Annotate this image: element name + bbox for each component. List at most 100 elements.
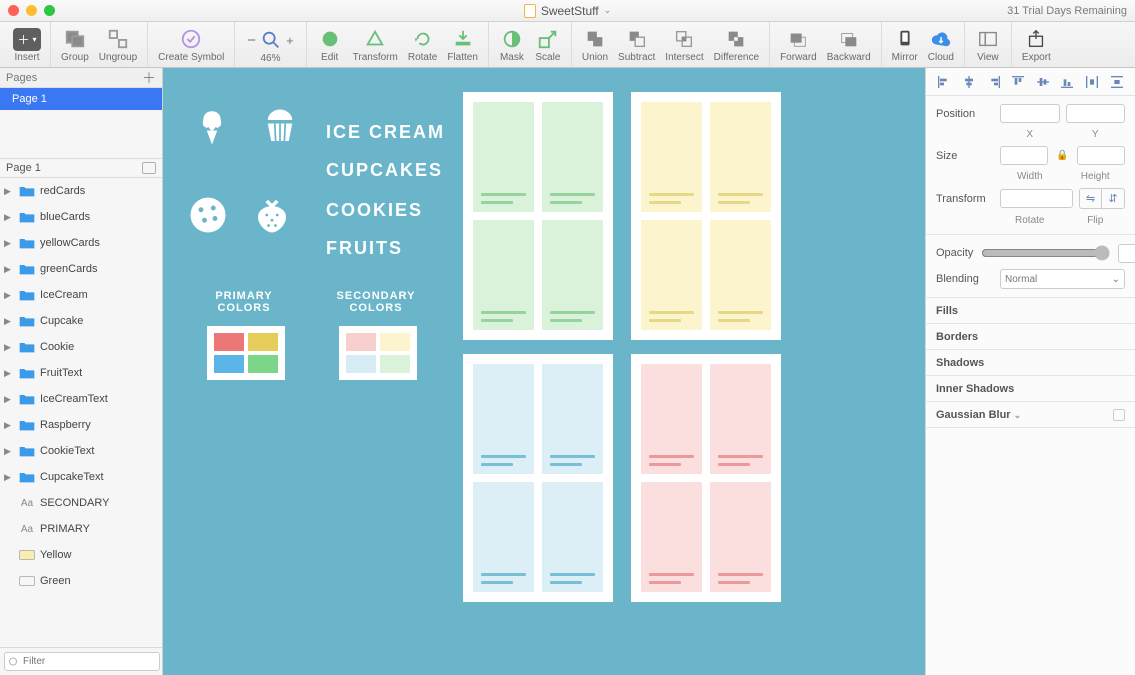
rotate-button[interactable]: Rotate — [404, 25, 441, 67]
minimize-icon[interactable] — [26, 5, 37, 16]
left-sidebar: Pages ＋ Page 1 Page 1 ▶redCards▶blueCard… — [0, 68, 163, 675]
rotate-input[interactable] — [1000, 189, 1073, 208]
opacity-label: Opacity — [936, 247, 973, 259]
layer-item[interactable]: ▶redCards — [0, 178, 162, 204]
layer-item[interactable]: ▶yellowCards — [0, 230, 162, 256]
category-text: ICE CREAM — [326, 122, 445, 143]
category-text: CUPCAKES — [326, 160, 443, 181]
size-label: Size — [936, 150, 994, 162]
difference-button[interactable]: Difference — [710, 25, 763, 67]
gaussian-blur-section[interactable]: Gaussian Blur ⌄ — [926, 402, 1135, 428]
position-x-input[interactable] — [1000, 104, 1060, 123]
transform-label: Transform — [936, 193, 994, 205]
add-page-button[interactable]: ＋ — [142, 68, 156, 88]
primary-colors-label: PRIMARYCOLORS — [199, 290, 289, 314]
export-button[interactable]: Export — [1018, 25, 1055, 67]
page-item[interactable]: Page 1 — [0, 88, 162, 110]
intersect-button[interactable]: Intersect — [661, 25, 707, 67]
cloud-button[interactable]: Cloud — [924, 25, 958, 67]
ungroup-button[interactable]: Ungroup — [95, 25, 141, 67]
align-center-v-icon[interactable] — [1035, 74, 1051, 90]
flatten-button[interactable]: Flatten — [443, 25, 482, 67]
scale-button[interactable]: Scale — [531, 25, 565, 67]
red-cards-artboard — [631, 354, 781, 602]
blending-label: Blending — [936, 273, 994, 285]
distribute-v-icon[interactable] — [1109, 74, 1125, 90]
layers-header: Page 1 — [0, 158, 162, 178]
group-button[interactable]: Group — [57, 25, 93, 67]
filter-input[interactable] — [4, 652, 160, 671]
height-input[interactable] — [1077, 146, 1125, 165]
position-y-input[interactable] — [1066, 104, 1126, 123]
mask-button[interactable]: Mask — [495, 25, 529, 67]
inner-shadows-section[interactable]: Inner Shadows — [926, 376, 1135, 402]
layer-item[interactable]: Green — [0, 568, 162, 594]
mirror-button[interactable]: Mirror — [888, 25, 922, 67]
edit-button[interactable]: Edit — [313, 25, 347, 67]
distribute-h-icon[interactable] — [1084, 74, 1100, 90]
blue-cards-artboard — [463, 354, 613, 602]
fills-section[interactable]: Fills — [926, 298, 1135, 324]
blur-checkbox[interactable] — [1113, 409, 1125, 421]
cupcake-icon — [259, 106, 301, 148]
blending-select[interactable]: Normal⌄ — [1000, 269, 1125, 289]
strawberry-icon — [251, 194, 293, 236]
borders-section[interactable]: Borders — [926, 324, 1135, 350]
zoom-control[interactable]: − + 46% — [241, 26, 299, 67]
create-symbol-button[interactable]: Create Symbol — [154, 25, 228, 67]
layer-item[interactable]: ▶IceCreamText — [0, 386, 162, 412]
green-cards-artboard — [463, 92, 613, 340]
layer-item[interactable]: Yellow — [0, 542, 162, 568]
union-button[interactable]: Union — [578, 25, 612, 67]
chevron-down-icon[interactable]: ⌄ — [604, 5, 612, 16]
secondary-colors-label: SECONDARYCOLORS — [331, 290, 421, 314]
layer-item[interactable]: ▶IceCream — [0, 282, 162, 308]
layers-list: ▶redCards▶blueCards▶yellowCards▶greenCar… — [0, 178, 162, 647]
align-bottom-icon[interactable] — [1059, 74, 1075, 90]
pages-header: Pages ＋ — [0, 68, 162, 88]
layer-item[interactable]: AaSECONDARY — [0, 490, 162, 516]
inspector: Position XY Size 🔒 WidthHeight Transform… — [925, 68, 1135, 675]
view-button[interactable]: View — [971, 25, 1005, 67]
layer-item[interactable]: ▶FruitText — [0, 360, 162, 386]
flip-controls[interactable]: ⇋⇵ — [1079, 188, 1125, 209]
secondary-swatches — [339, 326, 417, 380]
yellow-cards-artboard — [631, 92, 781, 340]
search-icon — [260, 29, 282, 51]
layer-item[interactable]: ▶Raspberry — [0, 412, 162, 438]
forward-button[interactable]: Forward — [776, 25, 821, 67]
transform-button[interactable]: Transform — [349, 25, 402, 67]
subtract-button[interactable]: Subtract — [614, 25, 659, 67]
align-right-icon[interactable] — [986, 74, 1002, 90]
document-icon — [524, 4, 536, 18]
close-icon[interactable] — [8, 5, 19, 16]
toolbar: ＋▾ Insert Group Ungroup Create Symbol − … — [0, 22, 1135, 68]
titlebar: SweetStuff ⌄ 31 Trial Days Remaining — [0, 0, 1135, 22]
width-input[interactable] — [1000, 146, 1048, 165]
layer-item[interactable]: AaPRIMARY — [0, 516, 162, 542]
layer-item[interactable]: ▶blueCards — [0, 204, 162, 230]
layer-item[interactable]: ▶CookieText — [0, 438, 162, 464]
insert-button[interactable]: ＋▾ Insert — [10, 25, 44, 67]
layer-item[interactable]: ▶CupcakeText — [0, 464, 162, 490]
opacity-slider[interactable] — [981, 245, 1110, 261]
canvas[interactable]: ICE CREAM CUPCAKES COOKIES FRUITS PRIMAR… — [163, 68, 925, 675]
lock-icon[interactable]: 🔒 — [1054, 150, 1070, 161]
opacity-input[interactable] — [1118, 244, 1135, 263]
cookie-icon — [187, 194, 229, 236]
align-top-icon[interactable] — [1010, 74, 1026, 90]
align-center-h-icon[interactable] — [961, 74, 977, 90]
document-title: SweetStuff — [541, 4, 599, 18]
layer-item[interactable]: ▶greenCards — [0, 256, 162, 282]
align-left-icon[interactable] — [936, 74, 952, 90]
category-text: COOKIES — [326, 200, 423, 221]
shadows-section[interactable]: Shadows — [926, 350, 1135, 376]
backward-button[interactable]: Backward — [823, 25, 875, 67]
layer-item[interactable]: ▶Cookie — [0, 334, 162, 360]
ice-cream-icon — [191, 106, 233, 148]
window-controls — [8, 5, 55, 16]
fullscreen-icon[interactable] — [44, 5, 55, 16]
layer-item[interactable]: ▶Cupcake — [0, 308, 162, 334]
category-text: FRUITS — [326, 238, 403, 259]
expand-icon[interactable] — [142, 162, 156, 174]
